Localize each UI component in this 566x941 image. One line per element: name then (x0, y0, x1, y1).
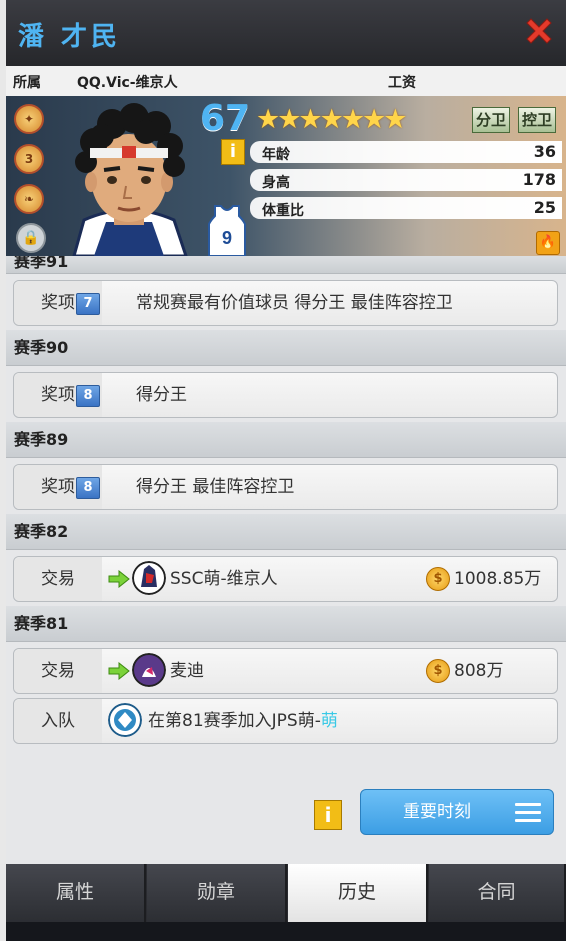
season-header: 赛季89 (6, 422, 566, 458)
award-count-badge: 8 (76, 477, 100, 499)
player-rating: 67 (200, 98, 251, 139)
close-icon[interactable] (522, 14, 556, 48)
jersey-icon: 9 (208, 205, 246, 256)
tab-bar: 属性 勋章 历史 合同 (6, 864, 566, 924)
stat-label: 身高 (262, 175, 290, 191)
award-text: 得分王 最佳阵容控卫 (136, 477, 295, 497)
stat-value: 178 (522, 170, 556, 189)
row-label: 入队 (14, 699, 102, 743)
stat-row-weight: 体重比 25 (250, 197, 562, 219)
medal-icon[interactable]: 3 (14, 144, 44, 174)
join-text-prefix: 在第81赛季加入JPS萌- (148, 711, 321, 731)
tab-badges[interactable]: 勋章 (147, 864, 287, 922)
season-header: 赛季91 (6, 256, 566, 274)
award-row: 奖项 7 常规赛最有价值球员 得分王 最佳阵容控卫 (13, 280, 558, 326)
team-name: SSC萌-维京人 (170, 569, 278, 589)
stat-row-age: 年龄 36 (250, 141, 562, 163)
medal-icon[interactable]: ✦ (14, 104, 44, 134)
jersey-number: 9 (222, 228, 232, 248)
player-card: ✦ 3 ❧ 🔒 67 ★★★★★★★ 分卫 控卫 i 9 年龄 36 身高 17… (6, 96, 566, 256)
team-logo-icon (132, 561, 166, 595)
season-header: 赛季82 (6, 514, 566, 550)
team-name: 麦迪 (170, 661, 204, 681)
join-row: 入队 在第81赛季加入JPS萌-萌 (13, 698, 558, 744)
stat-value: 36 (533, 142, 556, 161)
fire-icon[interactable]: 🔥 (536, 231, 560, 255)
join-text-highlight: 萌 (320, 711, 338, 731)
stat-label: 体重比 (262, 203, 304, 219)
bottom-actions: i 重要时刻 (6, 780, 566, 864)
trade-amount: 1008.85万 (454, 569, 542, 589)
header: 潘 才民 (6, 0, 566, 66)
tab-attributes[interactable]: 属性 (6, 864, 146, 922)
award-text: 得分王 (136, 385, 187, 405)
position-tag: 控卫 (518, 107, 557, 133)
award-count-badge: 7 (76, 293, 100, 315)
player-name: 潘 才民 (18, 22, 122, 52)
medal-icon[interactable]: ❧ (14, 184, 44, 214)
info-strip: 所属 QQ.Vic-维京人 工资 (6, 66, 566, 97)
menu-icon (515, 803, 541, 822)
stat-label: 年龄 (262, 147, 290, 163)
team-value: QQ.Vic-维京人 (77, 75, 178, 91)
info-icon[interactable]: i (221, 139, 245, 165)
award-row: 奖项 8 得分王 (13, 372, 558, 418)
season-header: 赛季90 (6, 330, 566, 366)
award-text: 常规赛最有价值球员 得分王 最佳阵容控卫 (136, 293, 453, 313)
row-label: 交易 (14, 557, 102, 601)
stat-value: 25 (533, 198, 556, 217)
season-header: 赛季81 (6, 606, 566, 642)
row-label: 交易 (14, 649, 102, 693)
award-row: 奖项 8 得分王 最佳阵容控卫 (13, 464, 558, 510)
trade-row: 交易 麦迪 $ 808万 (13, 648, 558, 694)
team-logo-icon (132, 653, 166, 687)
join-text: 在第81赛季加入JPS萌-萌 (148, 699, 338, 743)
arrow-right-icon (108, 570, 130, 588)
footer-strip (6, 922, 566, 941)
position-tag: 分卫 (472, 107, 511, 133)
trade-row: 交易 SSC萌-维京人 $ 1008.85万 (13, 556, 558, 602)
player-avatar (72, 103, 188, 256)
tab-history[interactable]: 历史 (288, 864, 428, 924)
team-label: 所属 (13, 75, 41, 91)
key-moments-button[interactable]: 重要时刻 (360, 789, 554, 835)
trade-amount: 808万 (454, 661, 504, 681)
history-list[interactable]: 赛季91 奖项 7 常规赛最有价值球员 得分王 最佳阵容控卫 赛季90 奖项 8… (6, 256, 566, 780)
key-moments-label: 重要时刻 (403, 802, 471, 822)
player-detail-panel: 潘 才民 所属 QQ.Vic-维京人 工资 ✦ 3 ❧ 🔒 67 ★★★★★★★… (6, 0, 566, 941)
coin-icon: $ (426, 567, 450, 591)
lock-icon[interactable]: 🔒 (16, 223, 46, 253)
team-logo-icon (108, 703, 142, 737)
award-count-badge: 8 (76, 385, 100, 407)
stat-row-height: 身高 178 (250, 169, 562, 191)
tab-contract[interactable]: 合同 (429, 864, 566, 922)
arrow-right-icon (108, 662, 130, 680)
info-icon[interactable]: i (314, 800, 342, 830)
coin-icon: $ (426, 659, 450, 683)
salary-label: 工资 (388, 75, 416, 91)
star-rating-icon: ★★★★★★★ (256, 104, 407, 135)
